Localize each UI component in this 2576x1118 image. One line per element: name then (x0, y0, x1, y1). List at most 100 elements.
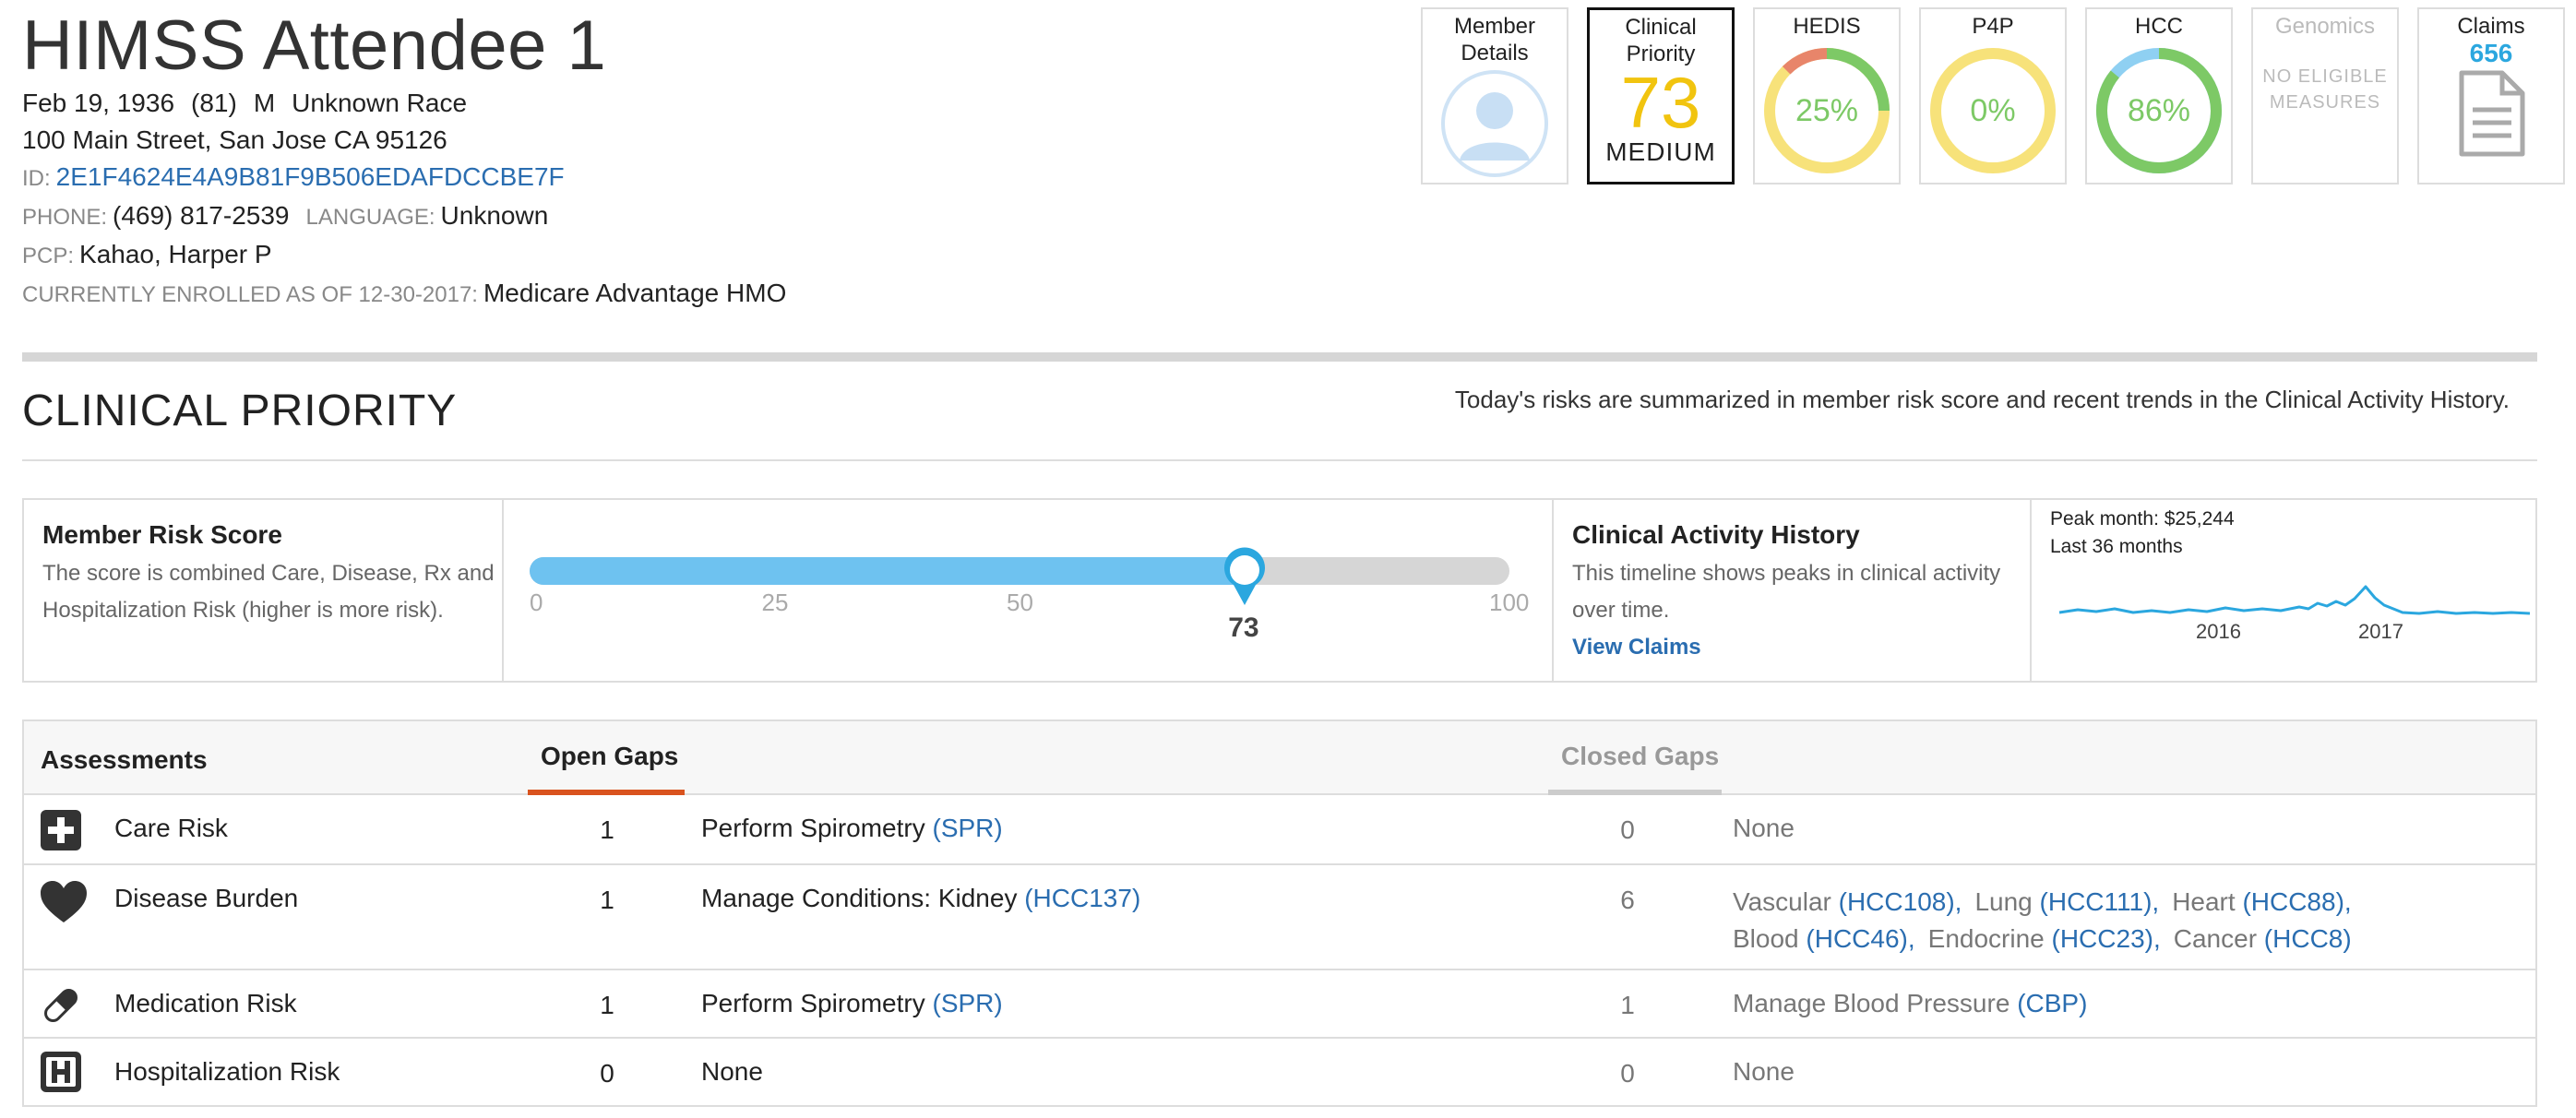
heart-icon (41, 881, 87, 922)
open-gap-code[interactable]: (HCC137) (1024, 884, 1140, 912)
risk-score-title: Member Risk Score (42, 520, 282, 549)
genomics-status-line: NO ELIGIBLE (2262, 66, 2388, 87)
phone-label: PHONE: (22, 205, 108, 230)
tile-label-line: Clinical (1625, 15, 1697, 40)
table-row[interactable]: Medication Risk 1 Perform Spirometry (SP… (24, 970, 2535, 1039)
closed-gap-list: Vascular (HCC108), Lung (HCC111), Heart (H… (1733, 884, 2352, 957)
open-gap-code[interactable]: (SPR) (933, 814, 1003, 842)
table-row[interactable]: Care Risk 1 Perform Spirometry (SPR) 0 N… (24, 795, 2535, 865)
open-gap: Perform Spirometry (SPR) (701, 989, 1003, 1018)
closed-gap-label: Heart (2172, 887, 2236, 916)
closed-gap-text: None (1733, 1057, 1795, 1086)
closed-gap: Manage Blood Pressure (CBP) (1733, 989, 2087, 1018)
activity-line (2058, 585, 2531, 615)
activity-year-label: 2017 (2358, 620, 2403, 643)
tile-hedis[interactable]: HEDIS 25% (1753, 7, 1901, 184)
member-race: Unknown Race (292, 89, 468, 117)
activity-desc: This timeline shows peaks in clinical ac… (1572, 555, 2033, 629)
hospital-icon (41, 1052, 81, 1092)
tile-member-details-label: Member Details (1423, 9, 1567, 66)
member-age: (81) (191, 89, 237, 117)
open-gap-text: None (701, 1057, 763, 1086)
panel-divider (1552, 500, 1554, 681)
member-id[interactable]: 2E1F4624E4A9B81F9B506EDAFDCCBE7F (56, 162, 565, 191)
activity-info: Clinical Activity History This timeline … (1572, 520, 2033, 701)
closed-gap-label: Vascular (1733, 887, 1831, 916)
section-note: Today's risks are summarized in member r… (1454, 386, 2510, 413)
closed-gap-code[interactable]: (HCC23), (2052, 924, 2161, 953)
table-row[interactable]: Disease Burden 1 Manage Conditions: Kidn… (24, 865, 2535, 970)
row-name: Hospitalization Risk (114, 1057, 340, 1086)
language-label: LANGUAGE: (305, 205, 435, 230)
tile-member-details[interactable]: Member Details (1421, 7, 1568, 184)
risk-score-slider: 0 25 50 100 73 (504, 500, 1550, 681)
enrollment-label: CURRENTLY ENROLLED AS OF 12-30-2017: (22, 282, 478, 307)
activity-range-line: Last 36 months (2050, 536, 2183, 557)
member-demographics: Feb 19, 1936 (81) M Unknown Race (22, 85, 1406, 122)
assessments-header: Assessments (41, 745, 208, 774)
tile-hcc[interactable]: HCC 86% (2085, 7, 2233, 184)
closed-gap-code[interactable]: (HCC108), (1839, 887, 1962, 916)
activity-peak: Peak month: $25,244 Last 36 months (2050, 505, 2235, 561)
risk-score-marker-icon (1224, 547, 1266, 605)
closed-gap-code[interactable]: (HCC111), (2040, 887, 2160, 916)
closed-gap-code[interactable]: (HCC46), (1806, 924, 1914, 953)
activity-desc-line: This timeline shows peaks in clinical ac… (1572, 561, 2001, 586)
tile-claims-label: Claims (2457, 14, 2525, 39)
tab-closed-gaps[interactable]: Closed Gaps (1561, 742, 1719, 771)
hedis-donut: 25% (1764, 48, 1890, 173)
open-count: 1 (600, 886, 614, 914)
member-address: 100 Main Street, San Jose CA 95126 (22, 125, 447, 154)
closed-count: 1 (1620, 991, 1635, 1019)
closed-gap-label: Blood (1733, 924, 1799, 953)
closed-gap-label: Cancer (2173, 924, 2258, 953)
closed-gap-label: Endocrine (1927, 924, 2045, 953)
hedis-donut-accent (1782, 48, 1828, 75)
clinical-priority-value: 73 (1620, 62, 1701, 143)
closed-count: 6 (1620, 886, 1635, 914)
clinical-priority-level: MEDIUM (1605, 137, 1716, 166)
closed-count: 0 (1620, 1059, 1635, 1088)
tab-open-gaps[interactable]: Open Gaps (541, 742, 678, 771)
open-gap-text: Manage Conditions: Kidney (701, 884, 1018, 912)
open-gap-text: Perform Spirometry (701, 989, 925, 1017)
risk-score-desc: The score is combined Care, Disease, Rx … (42, 555, 504, 629)
open-count: 1 (600, 991, 614, 1019)
tile-genomics[interactable]: Genomics NO ELIGIBLE MEASURES (2251, 7, 2399, 184)
closed-gap-text: None (1733, 814, 1795, 842)
assessments-table: Assessments Open Gaps Closed Gaps Care R… (22, 720, 2537, 1107)
closed-gap-label: Lung (1974, 887, 2033, 916)
closed-gap-line: Blood (HCC46), Endocrine (HCC23), Cancer (… (1733, 921, 2352, 957)
risk-tick: 0 (530, 589, 543, 616)
activity-year-label: 2016 (2196, 620, 2241, 643)
tile-genomics-label: Genomics (2274, 14, 2376, 39)
tile-clinical-priority-label: Clinical Priority (1590, 10, 1732, 67)
activity-sparkline-chart (2058, 585, 2531, 615)
closed-gap-code[interactable]: (HCC88), (2242, 887, 2351, 916)
closed-gap-code[interactable]: (CBP) (2017, 989, 2087, 1017)
closed-gap-code[interactable]: (HCC8) (2264, 924, 2352, 953)
document-icon (2459, 70, 2525, 157)
member-id-label: ID: (22, 166, 51, 191)
p4p-donut: 0% (1930, 48, 2056, 173)
risk-score-desc-line: Hospitalization Risk (higher is more ris… (42, 598, 444, 623)
open-gap-code[interactable]: (SPR) (933, 989, 1003, 1017)
view-claims-link[interactable]: View Claims (1572, 635, 1701, 660)
table-header: Assessments Open Gaps Closed Gaps (24, 721, 2535, 795)
closed-count: 0 (1620, 815, 1635, 844)
risk-tick: 100 (1489, 589, 1530, 616)
risk-score-value: 73 (1228, 613, 1259, 643)
open-count: 1 (600, 815, 614, 844)
hedis-value: 25% (1795, 93, 1858, 128)
pill-icon (44, 989, 78, 1022)
user-avatar-icon (1441, 70, 1548, 177)
table-row[interactable]: Hospitalization Risk 0 None 0 None (24, 1039, 2535, 1105)
risk-tick: 25 (761, 589, 789, 616)
member-header: HIMSS Attendee 1 Feb 19, 1936 (81) M Unknow… (22, 7, 1406, 314)
tile-clinical-priority[interactable]: Clinical Priority 73 MEDIUM (1587, 7, 1735, 184)
tile-claims[interactable]: Claims 656 (2417, 7, 2565, 184)
member-language: Unknown (440, 201, 549, 230)
activity-sparkline[interactable]: Peak month: $25,244 Last 36 months 2016 … (2032, 500, 2537, 681)
tile-p4p[interactable]: P4P 0% (1919, 7, 2067, 184)
p4p-value: 0% (1970, 93, 2015, 128)
